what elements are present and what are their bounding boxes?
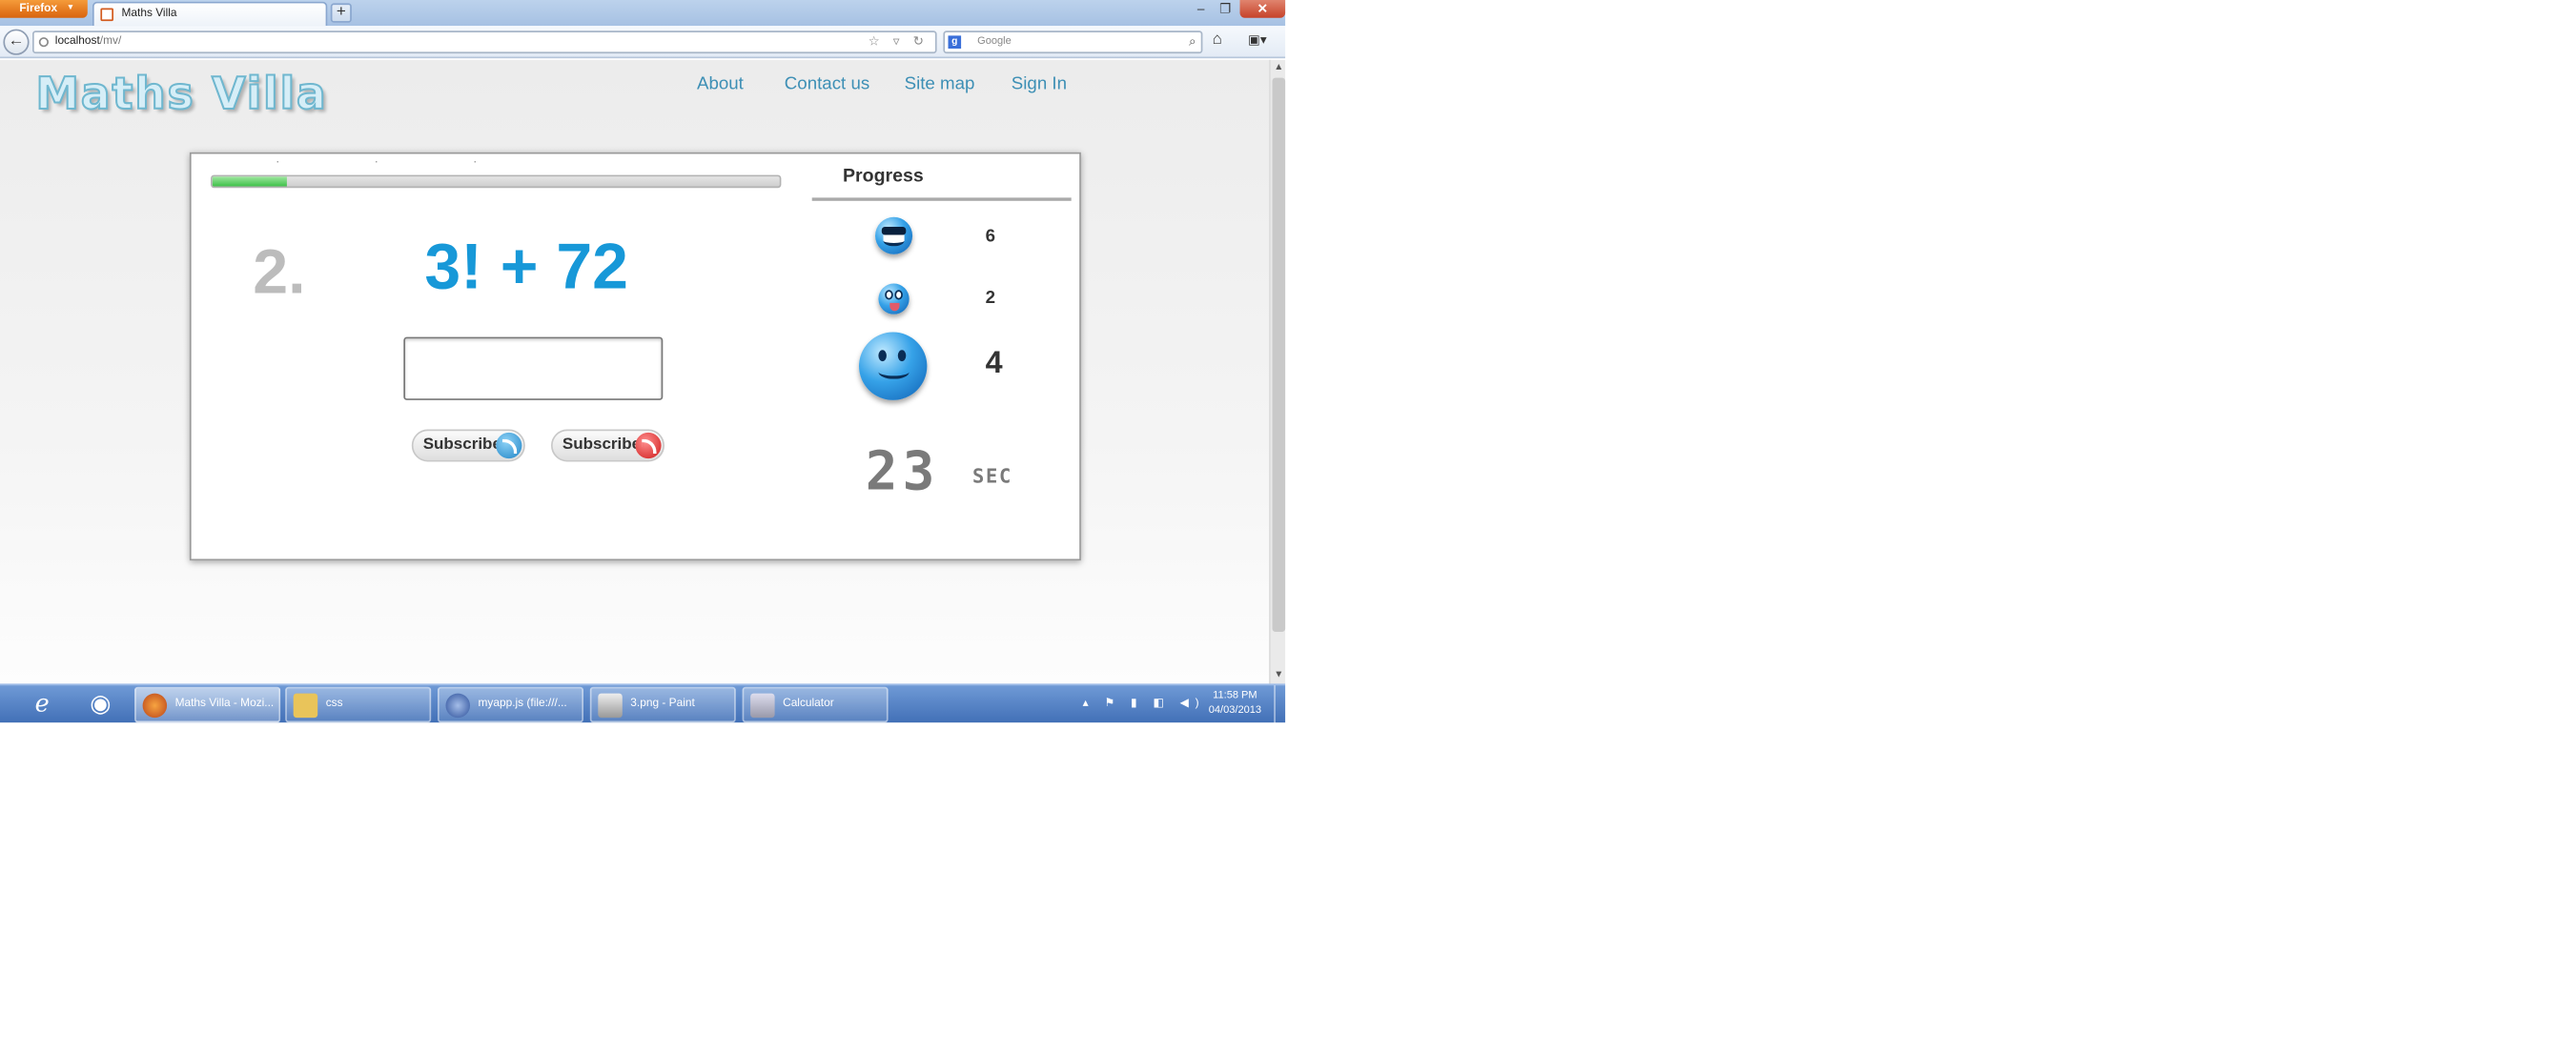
calculator-icon bbox=[750, 693, 775, 719]
system-tray-icons[interactable]: ▴ ⚑ ▮ ◧ ◀) bbox=[1083, 689, 1206, 721]
correct-count: 6 bbox=[985, 227, 996, 247]
folder-icon bbox=[293, 693, 318, 719]
cool-smiley-icon bbox=[875, 216, 913, 254]
scrollbar-thumb[interactable] bbox=[1272, 77, 1286, 633]
browser-nav-bar: ← localhost/mv/ ☆ ▿ ↻ g Google ⌕ ⌂ ▣▾ bbox=[0, 26, 1286, 59]
question-expression: 3! + 72 bbox=[424, 232, 629, 303]
firefox-icon bbox=[142, 693, 168, 719]
question-number: 2. bbox=[253, 237, 306, 308]
nav-link-signin[interactable]: Sign In bbox=[1012, 74, 1067, 93]
restore-button[interactable]: ❐ bbox=[1214, 0, 1237, 18]
quiz-progress-bar bbox=[211, 174, 782, 189]
rss-icon bbox=[635, 432, 662, 459]
smile bbox=[878, 365, 910, 379]
editor-icon bbox=[445, 693, 470, 719]
quiz-card: · · · 2. 3! + 72 Subscribe Subscribe Pro… bbox=[189, 152, 1081, 561]
close-window-button[interactable]: ✕ bbox=[1239, 0, 1286, 18]
site-logo[interactable]: Maths Villa bbox=[34, 69, 327, 121]
tongue bbox=[889, 302, 900, 312]
timer-value: 23 bbox=[865, 438, 940, 502]
timer-unit: SEC bbox=[972, 464, 1012, 488]
scroll-up-arrow-icon[interactable]: ▲ bbox=[1271, 60, 1287, 76]
eye bbox=[885, 290, 893, 300]
google-engine-icon[interactable]: g bbox=[948, 35, 962, 49]
taskbar-item-label: css bbox=[325, 698, 343, 710]
screen: Firefox ▼ Maths Villa + – ❐ ✕ ← localhost… bbox=[0, 0, 1289, 724]
subscribe-label: Subscribe bbox=[562, 436, 642, 454]
taskbar-item-paint[interactable]: 3.png - Paint bbox=[589, 686, 736, 723]
answer-input[interactable] bbox=[403, 336, 664, 400]
subscribe-button-red[interactable]: Subscribe bbox=[551, 429, 664, 462]
browser-title-bar: Firefox ▼ Maths Villa + – ❐ ✕ bbox=[0, 0, 1286, 27]
nav-link-sitemap[interactable]: Site map bbox=[905, 74, 975, 93]
taskbar-item-label: myapp.js (file:///... bbox=[478, 698, 567, 710]
search-icon[interactable]: ⌕ bbox=[1189, 32, 1196, 51]
vertical-scrollbar[interactable]: ▲ ▼ bbox=[1269, 59, 1287, 684]
subscribe-button-blue[interactable]: Subscribe bbox=[411, 429, 525, 462]
page-viewport: Maths Villa About Contact us Site map Si… bbox=[0, 59, 1270, 684]
firefox-menu-button[interactable]: Firefox ▼ bbox=[0, 0, 88, 18]
clock-time: 11:58 PM bbox=[1213, 690, 1257, 702]
bookmark-star-icon[interactable]: ☆ ▿ ↻ bbox=[869, 32, 929, 51]
progress-divider bbox=[811, 197, 1072, 201]
taskbar-item-calculator[interactable]: Calculator bbox=[742, 686, 889, 723]
nav-link-contact[interactable]: Contact us bbox=[785, 74, 869, 93]
scroll-down-arrow-icon[interactable]: ▼ bbox=[1271, 667, 1287, 683]
taskbar-item-firefox[interactable]: Maths Villa - Mozi... bbox=[134, 686, 281, 723]
new-tab-button[interactable]: + bbox=[330, 3, 352, 23]
chrome-icon[interactable]: ◉ bbox=[78, 689, 124, 721]
tab-title: Maths Villa bbox=[121, 8, 177, 20]
smile bbox=[883, 234, 905, 247]
firefox-menu-label: Firefox bbox=[19, 3, 58, 15]
taskbar-item-label: 3.png - Paint bbox=[630, 698, 695, 710]
minimize-button[interactable]: – bbox=[1190, 0, 1213, 18]
windows-taskbar: ℯ ◉ Maths Villa - Mozi... css myapp.js (… bbox=[0, 683, 1286, 724]
eye bbox=[897, 350, 907, 362]
url-path: /mv/ bbox=[99, 35, 122, 48]
home-icon[interactable]: ⌂ bbox=[1213, 30, 1222, 49]
address-bar[interactable]: localhost/mv/ ☆ ▿ ↻ bbox=[32, 30, 937, 54]
progress-dots: · · · bbox=[276, 153, 523, 169]
internet-explorer-icon[interactable]: ℯ bbox=[19, 689, 65, 721]
url-host: localhost bbox=[54, 35, 100, 48]
show-desktop-button[interactable] bbox=[1274, 685, 1285, 724]
paint-icon bbox=[598, 693, 623, 719]
dropdown-arrow-icon: ▼ bbox=[66, 3, 75, 13]
taskbar-item-folder[interactable]: css bbox=[285, 686, 432, 723]
wrong-count: 2 bbox=[985, 288, 996, 308]
quiz-progress-fill bbox=[212, 176, 287, 187]
total-count: 4 bbox=[985, 346, 1003, 381]
taskbar-item-label: Calculator bbox=[783, 698, 834, 710]
silly-smiley-icon bbox=[878, 283, 910, 314]
taskbar-item-editor[interactable]: myapp.js (file:///... bbox=[438, 686, 583, 723]
system-clock[interactable]: 11:58 PM 04/03/2013 bbox=[1199, 689, 1271, 719]
search-bar[interactable]: g Google ⌕ bbox=[943, 30, 1203, 54]
eye bbox=[894, 290, 903, 300]
smiling-face-icon bbox=[859, 332, 928, 400]
search-placeholder: Google bbox=[977, 35, 1012, 48]
bookmarks-menu-icon[interactable]: ▣▾ bbox=[1248, 32, 1267, 47]
progress-heading: Progress bbox=[843, 167, 924, 187]
rss-icon bbox=[496, 432, 522, 459]
eye bbox=[878, 350, 887, 362]
taskbar-item-label: Maths Villa - Mozi... bbox=[174, 698, 275, 710]
favicon-icon bbox=[100, 8, 113, 22]
globe-icon bbox=[38, 37, 49, 48]
clock-date: 04/03/2013 bbox=[1208, 704, 1262, 717]
browser-tab[interactable]: Maths Villa bbox=[92, 1, 328, 27]
back-button[interactable]: ← bbox=[3, 29, 30, 55]
nav-link-about[interactable]: About bbox=[697, 74, 744, 93]
sunglasses bbox=[881, 227, 907, 235]
subscribe-label: Subscribe bbox=[422, 436, 501, 454]
